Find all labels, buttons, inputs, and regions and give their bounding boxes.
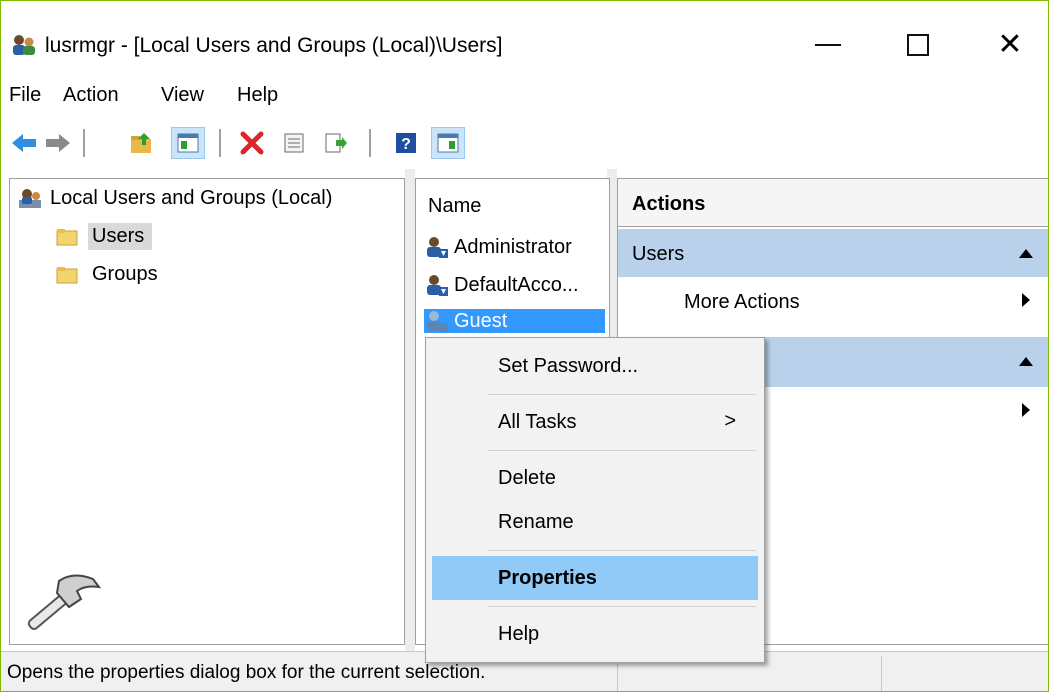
- mmc-window: lusrmgr - [Local Users and Groups (Local…: [0, 0, 1049, 692]
- toolbar-separator: [369, 129, 371, 157]
- show-hide-tree-button[interactable]: [171, 127, 205, 159]
- menu-item-help[interactable]: Help: [432, 612, 758, 656]
- help-button[interactable]: ?: [389, 127, 423, 159]
- menu-action[interactable]: Action: [63, 84, 119, 107]
- list-item-administrator[interactable]: Administrator: [424, 235, 572, 259]
- tree-item-groups[interactable]: Groups: [56, 261, 166, 288]
- menu-file[interactable]: File: [9, 84, 41, 107]
- user-icon: [427, 275, 448, 296]
- properties-button[interactable]: [277, 127, 311, 159]
- title-bar[interactable]: lusrmgr - [Local Users and Groups (Local…: [1, 1, 1048, 77]
- menu-item-properties[interactable]: Properties: [432, 556, 758, 600]
- users-app-icon: [13, 35, 35, 55]
- menu-item-label: Rename: [498, 511, 574, 533]
- menu-item-rename[interactable]: Rename: [432, 500, 758, 544]
- properties-icon: [284, 133, 304, 153]
- menu-item-label: Set Password...: [498, 355, 639, 377]
- submenu-arrow-icon: [1022, 293, 1030, 307]
- tree-root[interactable]: Local Users and Groups (Local): [18, 187, 332, 210]
- context-menu: Set Password... All Tasks > Delete Renam…: [425, 337, 765, 663]
- local-users-groups-icon: [19, 188, 41, 208]
- help-icon: ?: [396, 133, 416, 153]
- close-button[interactable]: ✕: [977, 21, 1043, 69]
- up-folder-icon: [131, 133, 151, 153]
- toolbar: ?: [1, 119, 1048, 165]
- menu-item-delete[interactable]: Delete: [432, 456, 758, 500]
- user-icon: [427, 311, 448, 332]
- user-icon: [427, 237, 448, 258]
- show-hide-action-pane-icon: [437, 133, 459, 153]
- tree-item-users[interactable]: Users: [56, 223, 153, 250]
- hammer-logo: [27, 574, 102, 630]
- status-text: Opens the properties dialog box for the …: [7, 662, 486, 683]
- svg-text:?: ?: [401, 136, 411, 153]
- maximize-icon: [907, 34, 929, 56]
- submenu-arrow-icon: [1022, 403, 1030, 417]
- up-folder-button[interactable]: [125, 127, 159, 159]
- submenu-chevron-icon: >: [724, 410, 736, 432]
- export-list-button[interactable]: [319, 127, 353, 159]
- delete-button[interactable]: [235, 127, 269, 159]
- toolbar-separator: [219, 129, 221, 157]
- menu-item-label: Properties: [498, 567, 597, 589]
- menu-item-label: All Tasks: [498, 411, 577, 433]
- toolbar-separator: [83, 129, 85, 157]
- menu-item-set-password[interactable]: Set Password...: [432, 344, 758, 388]
- close-icon: ✕: [997, 27, 1023, 62]
- minimize-icon: [815, 44, 841, 46]
- actions-section-label: Users: [632, 243, 685, 265]
- actions-section-users[interactable]: Users: [618, 229, 1048, 277]
- maximize-button[interactable]: [885, 21, 951, 69]
- back-button[interactable]: [7, 127, 41, 159]
- list-item-guest[interactable]: Guest: [424, 309, 605, 333]
- status-divider: [881, 656, 882, 691]
- tree-root-label: Local Users and Groups (Local): [50, 187, 333, 209]
- show-hide-action-pane-button[interactable]: [431, 127, 465, 159]
- menu-help[interactable]: Help: [237, 84, 278, 107]
- menu-separator: [488, 606, 756, 607]
- minimize-button[interactable]: [795, 21, 861, 69]
- menu-item-all-tasks[interactable]: All Tasks >: [432, 400, 758, 444]
- export-list-icon: [325, 133, 347, 153]
- folder-icon: [56, 228, 78, 245]
- back-icon: [12, 134, 36, 152]
- menu-separator: [488, 394, 756, 395]
- menu-bar: File Action View Help: [1, 77, 1048, 117]
- menu-separator: [488, 450, 756, 451]
- forward-button[interactable]: [41, 127, 75, 159]
- more-actions-item[interactable]: More Actions: [684, 291, 800, 314]
- actions-title: Actions: [618, 179, 1048, 227]
- collapse-icon[interactable]: [1019, 249, 1033, 258]
- folder-icon: [56, 266, 78, 283]
- name-column-header[interactable]: Name: [428, 195, 481, 218]
- window-title: lusrmgr - [Local Users and Groups (Local…: [45, 34, 503, 57]
- forward-icon: [46, 134, 70, 152]
- show-hide-tree-icon: [177, 133, 199, 153]
- list-item-label: DefaultAcco...: [454, 273, 579, 296]
- list-item-label: Guest: [454, 309, 508, 332]
- list-item-defaultaccount[interactable]: DefaultAcco...: [424, 273, 579, 297]
- delete-icon: [240, 131, 264, 155]
- tree-item-groups-label: Groups: [92, 263, 158, 285]
- tree-item-users-label: Users: [88, 223, 153, 250]
- menu-item-label: Help: [498, 623, 540, 645]
- collapse-icon[interactable]: [1019, 357, 1033, 366]
- list-item-label: Administrator: [454, 235, 572, 258]
- menu-view[interactable]: View: [161, 84, 204, 107]
- menu-separator: [488, 550, 756, 551]
- menu-item-label: Delete: [498, 467, 556, 489]
- pane-splitter[interactable]: [405, 169, 415, 653]
